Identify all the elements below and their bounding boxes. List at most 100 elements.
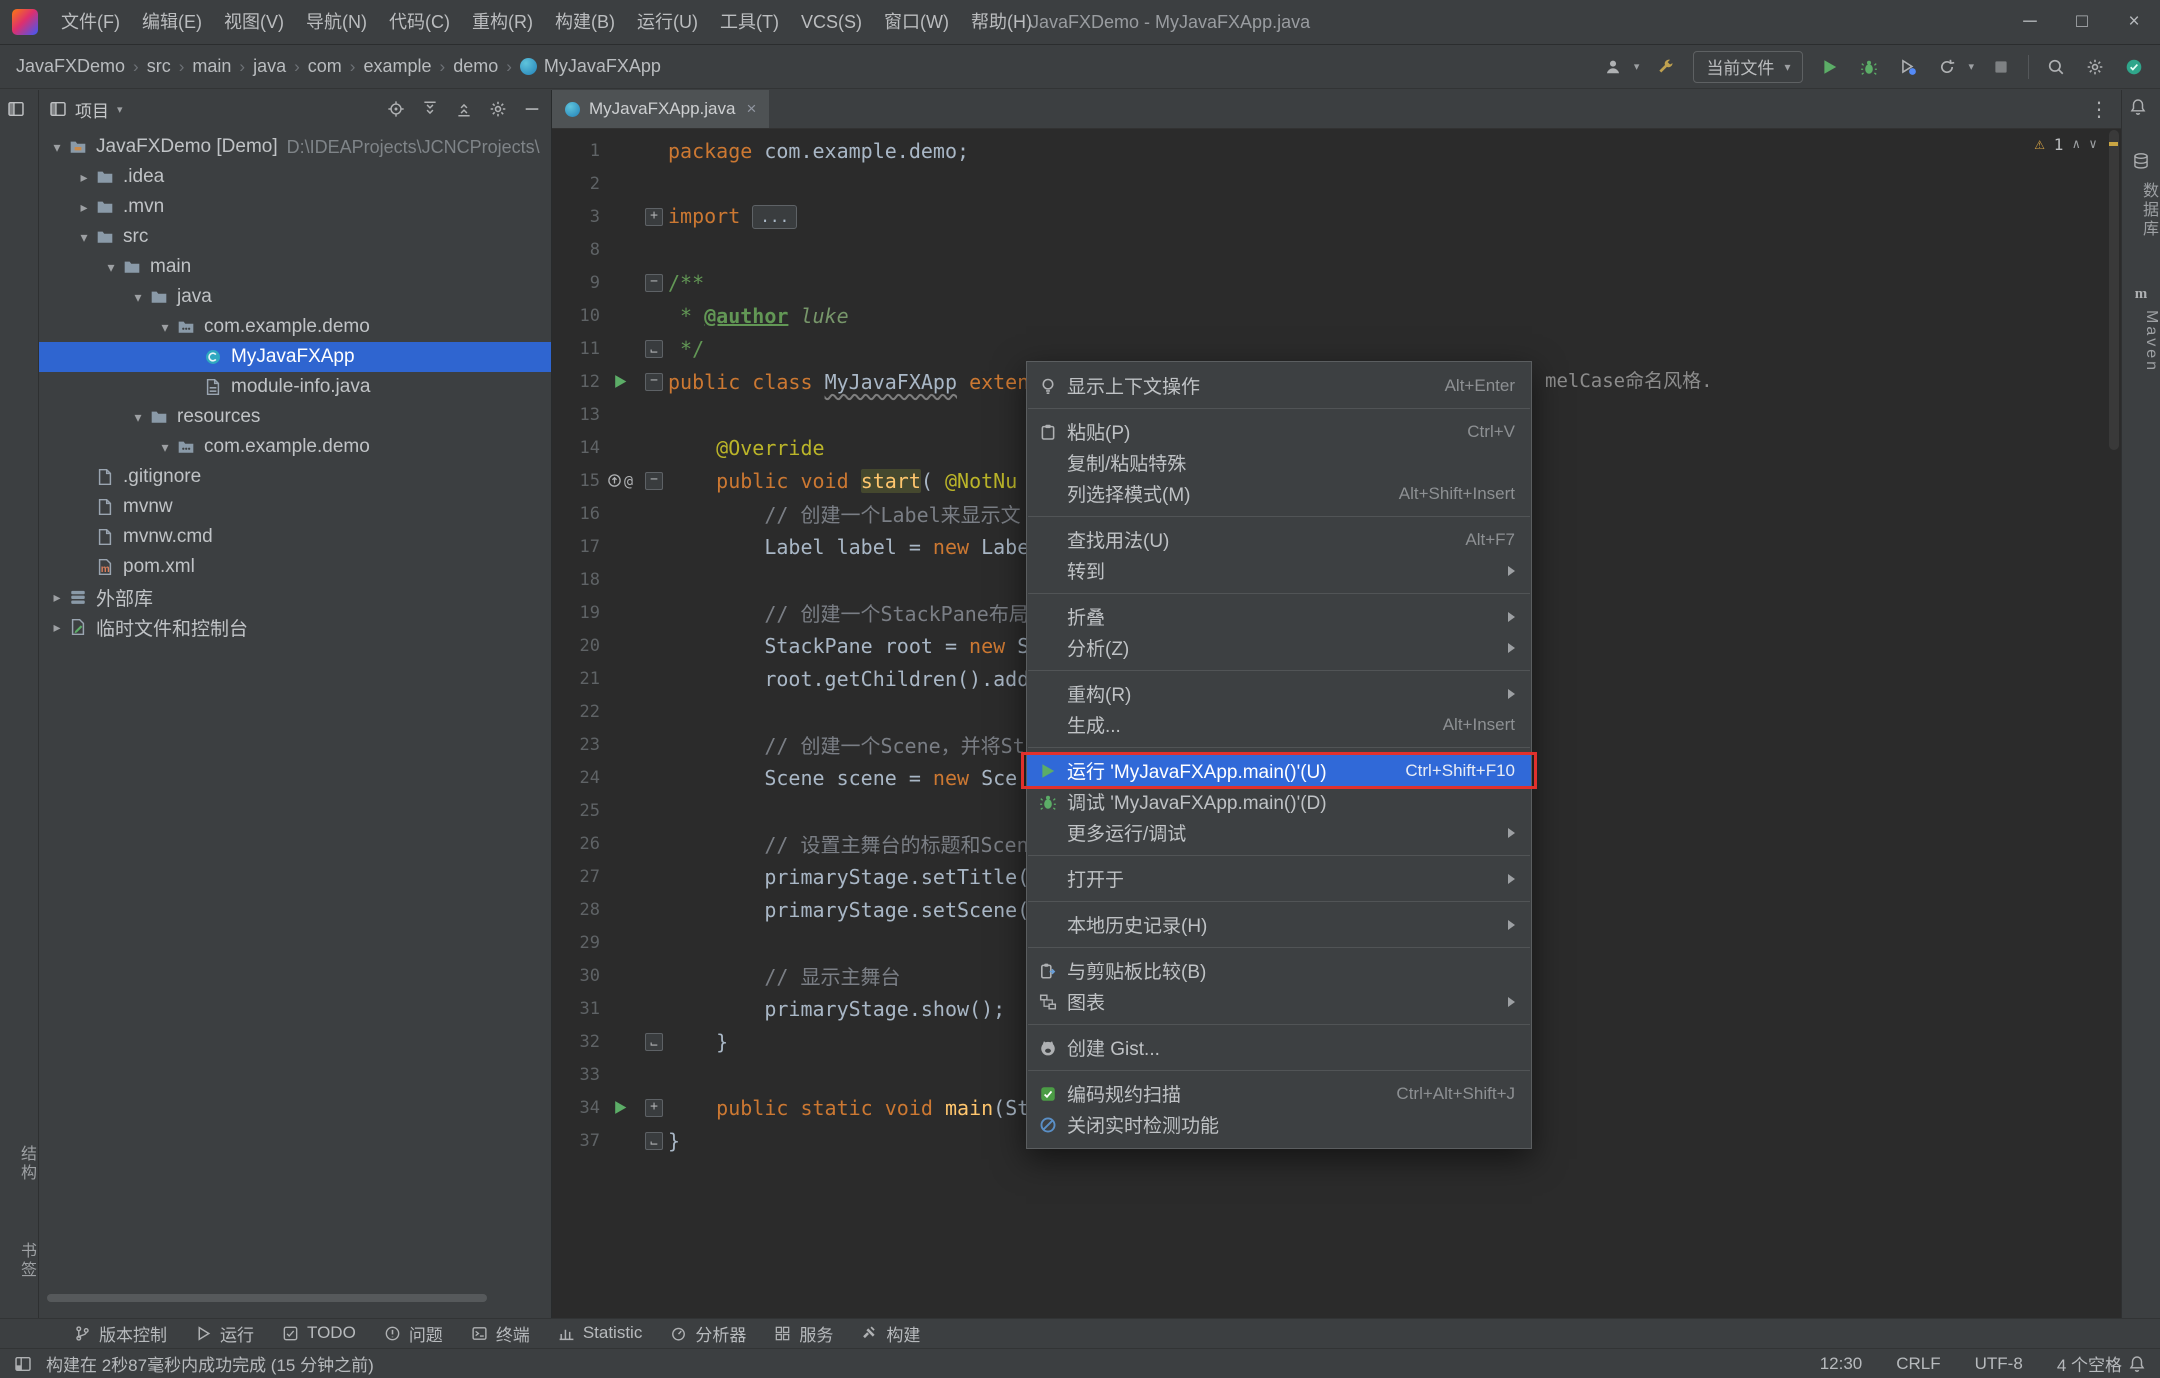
context-menu-item-0[interactable]: 显示上下文操作Alt+Enter [1027,370,1531,401]
fold-plus-icon[interactable]: + [645,1099,663,1117]
fold-column[interactable]: − [640,373,668,391]
prev-warning-icon[interactable]: ∧ [2072,137,2080,152]
menubar-item-6[interactable]: 构建(B) [544,0,626,44]
collapse-all-icon[interactable] [455,100,473,118]
context-menu-item-2[interactable]: 粘贴(P)Ctrl+V [1027,416,1531,447]
tree-row[interactable]: mpom.xml [39,552,551,582]
breadcrumb-item-5[interactable]: example [363,56,431,77]
fold-minus-icon[interactable]: − [645,373,663,391]
toolwindow-button-0[interactable]: 版本控制 [60,1321,181,1346]
tree-row[interactable]: ▾src [39,222,551,252]
project-stripe-button[interactable] [7,100,31,124]
maven-stripe-button[interactable]: m Maven [2122,286,2160,373]
chevron-down-icon[interactable]: ▾ [126,289,150,306]
minimize-button[interactable]: ─ [2004,0,2056,44]
search-everywhere-icon[interactable] [2044,55,2068,79]
context-menu-item-3[interactable]: 复制/粘贴特殊 [1027,447,1531,478]
toolwindow-button-8[interactable]: 构建 [847,1321,934,1346]
menubar-item-10[interactable]: 窗口(W) [873,0,960,44]
toolwindow-button-3[interactable]: 问题 [370,1321,457,1346]
tree-row[interactable]: ▸临时文件和控制台 [39,612,551,642]
fold-column[interactable]: ¬ [640,340,668,358]
toolwindow-button-6[interactable]: 分析器 [656,1321,760,1346]
code-line[interactable]: 9−/** [552,266,2121,299]
run-configuration-select[interactable]: 当前文件 ▾ [1693,51,1803,83]
run-with-coverage-button[interactable] [1896,55,1920,79]
menubar-item-0[interactable]: 文件(F) [50,0,131,44]
breadcrumb-item-1[interactable]: src [147,56,171,77]
tree-row[interactable]: mvnw.cmd [39,522,551,552]
chevron-down-icon[interactable]: ▾ [126,409,150,426]
chevron-right-icon[interactable]: ▸ [45,589,69,606]
context-menu-item-23[interactable]: 与剪贴板比较(B) [1027,955,1531,986]
status-segment-2[interactable]: UTF-8 [1975,1354,2023,1374]
context-menu-item-21[interactable]: 本地历史记录(H) [1027,909,1531,940]
chevron-down-icon[interactable]: ▾ [99,259,123,276]
run-gutter-icon[interactable] [600,373,640,390]
gear-icon[interactable] [489,100,507,118]
status-notifications-icon[interactable] [2128,1355,2146,1373]
context-menu-item-24[interactable]: 图表 [1027,986,1531,1017]
tree-row[interactable]: ▾JavaFXDemo [Demo]D:\IDEAProjects\JCNCPr… [39,132,551,162]
run-button[interactable] [1818,55,1842,79]
breadcrumb-item-4[interactable]: com [308,56,342,77]
fold-plus-icon[interactable]: + [645,208,663,226]
toolwindow-button-5[interactable]: Statistic [544,1323,657,1343]
context-menu-item-4[interactable]: 列选择模式(M)Alt+Shift+Insert [1027,478,1531,509]
menubar-item-3[interactable]: 导航(N) [295,0,378,44]
tree-row[interactable]: MyJavaFXApp [39,342,551,372]
tree-row[interactable]: module-info.java [39,372,551,402]
status-segment-3[interactable]: 4 个空格 [2057,1351,2122,1376]
fold-end-icon[interactable]: ¬ [645,1132,663,1150]
fold-column[interactable]: + [640,1099,668,1117]
fold-column[interactable]: − [640,472,668,490]
close-button[interactable]: × [2108,0,2160,44]
context-menu-item-6[interactable]: 查找用法(U)Alt+F7 [1027,524,1531,555]
build-tools-icon[interactable] [1654,55,1678,79]
tree-row[interactable]: ▸.mvn [39,192,551,222]
tree-row[interactable]: ▾resources [39,402,551,432]
horizontal-scrollbar[interactable] [47,1294,487,1302]
chevron-down-icon[interactable]: ▾ [72,229,96,246]
warning-stripe-mark[interactable] [2109,142,2118,146]
next-warning-icon[interactable]: ∨ [2089,137,2097,152]
run-gutter-icon[interactable] [600,1099,640,1116]
context-menu-item-15[interactable]: 运行 'MyJavaFXApp.main()'(U)Ctrl+Shift+F10 [1027,755,1531,786]
menubar-item-8[interactable]: 工具(T) [709,0,790,44]
tree-row[interactable]: mvnw [39,492,551,522]
context-menu-item-19[interactable]: 打开于 [1027,863,1531,894]
breadcrumb-item-3[interactable]: java [253,56,286,77]
code-with-me-icon[interactable] [2122,55,2146,79]
breadcrumb-item-0[interactable]: JavaFXDemo [16,56,125,77]
context-menu-item-9[interactable]: 折叠 [1027,601,1531,632]
context-menu-item-13[interactable]: 生成...Alt+Insert [1027,709,1531,740]
tree-row[interactable]: ▸.idea [39,162,551,192]
rerun-button[interactable] [1935,55,1959,79]
fold-end-icon[interactable]: ¬ [645,1033,663,1051]
structure-stripe-button[interactable]: 结构 [0,1145,38,1183]
toolwindow-button-1[interactable]: 运行 [181,1321,268,1346]
context-menu-item-17[interactable]: 更多运行/调试 [1027,817,1531,848]
context-menu-item-16[interactable]: 调试 'MyJavaFXApp.main()'(D) [1027,786,1531,817]
hide-panel-icon[interactable] [523,100,541,118]
tree-row[interactable]: .gitignore [39,462,551,492]
menubar-item-5[interactable]: 重构(R) [461,0,544,44]
debug-button[interactable] [1857,55,1881,79]
toolwindow-button-2[interactable]: TODO [268,1323,370,1343]
menubar-item-1[interactable]: 编辑(E) [131,0,213,44]
status-segment-0[interactable]: 12:30 [1820,1354,1863,1374]
project-header-title[interactable]: 项目 ▾ [49,97,123,122]
menubar-item-4[interactable]: 代码(C) [378,0,461,44]
chevron-right-icon[interactable]: ▸ [45,619,69,636]
chevron-down-icon[interactable]: ▾ [45,139,69,156]
fold-minus-icon[interactable]: − [645,472,663,490]
toolwindow-button-7[interactable]: 服务 [760,1321,847,1346]
status-segment-1[interactable]: CRLF [1896,1354,1940,1374]
fold-column[interactable]: + [640,208,668,226]
stop-button[interactable] [1989,55,2013,79]
expand-all-icon[interactable] [421,100,439,118]
menubar-item-2[interactable]: 视图(V) [213,0,295,44]
chevron-down-icon[interactable]: ▾ [153,439,177,456]
context-menu-item-12[interactable]: 重构(R) [1027,678,1531,709]
tree-row[interactable]: ▾com.example.demo [39,312,551,342]
